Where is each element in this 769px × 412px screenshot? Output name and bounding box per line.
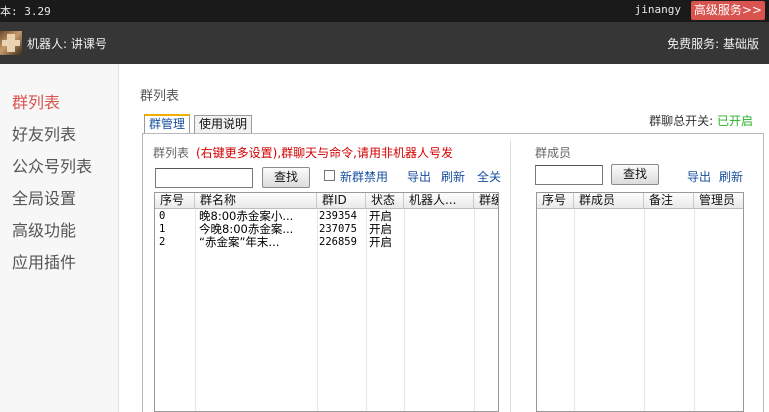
row-index: 1 (159, 223, 166, 235)
robot-account-label: 机器人: 讲课号 (27, 37, 107, 51)
group-search-input[interactable] (155, 168, 253, 188)
master-switch-status[interactable]: 已开启 (717, 114, 753, 128)
column-header-extra[interactable]: 群缓 (474, 193, 498, 209)
column-divider (474, 209, 475, 411)
username-label: jinangy (634, 3, 681, 16)
row-group-name: “赤金案”年末... (199, 236, 280, 249)
member-search-button[interactable]: 查找 (611, 164, 659, 185)
sidebar-item-official-accounts[interactable]: 公众号列表 (12, 153, 92, 177)
row-index: 0 (159, 210, 166, 222)
sidebar-item-friend-list[interactable]: 好友列表 (12, 121, 76, 145)
column-header-index[interactable]: 序号 (537, 193, 574, 209)
row-index: 2 (159, 236, 166, 248)
row-group-id: 239354 (319, 210, 357, 222)
tab-group-management[interactable]: 群管理 (144, 114, 191, 134)
master-switch-label: 群聊总开关: (649, 114, 714, 128)
sidebar: 群列表 好友列表 公众号列表 全局设置 高级功能 应用插件 (0, 64, 119, 412)
group-table[interactable]: 序号 群名称 群ID 状态 机器人... 群缓 0 晚8:00赤金案小... 2… (154, 192, 499, 412)
sidebar-item-group-list[interactable]: 群列表 (12, 89, 60, 113)
column-divider (694, 209, 695, 411)
column-header-group-name[interactable]: 群名称 (195, 193, 317, 209)
row-status: 开启 (369, 236, 392, 249)
sidebar-item-advanced[interactable]: 高级功能 (12, 217, 76, 241)
group-table-header: 序号 群名称 群ID 状态 机器人... 群缓 (155, 193, 498, 209)
column-header-index[interactable]: 序号 (155, 193, 195, 209)
row-group-id: 226859 (319, 236, 357, 248)
group-search-button[interactable]: 查找 (262, 167, 310, 188)
group-list-label: 群列表 (153, 146, 190, 160)
column-divider (195, 209, 196, 411)
column-header-member[interactable]: 群成员 (574, 193, 644, 209)
column-divider (644, 209, 645, 411)
column-header-note[interactable]: 备注 (644, 193, 694, 209)
group-members-label: 群成员 (535, 146, 572, 160)
column-header-admin[interactable]: 管理员 (694, 193, 743, 209)
top-bar: 本: 3.29 jinangy 高级服务>> (0, 0, 769, 22)
group-list-hint: (右键更多设置),群聊天与命令,请用非机器人号发 (196, 146, 453, 160)
group-disable-all-link[interactable]: 全关 (477, 168, 501, 185)
column-divider (366, 209, 367, 411)
sidebar-item-global-settings[interactable]: 全局设置 (12, 185, 76, 209)
version-label: 本: 3.29 (0, 5, 51, 18)
group-chat-master-switch[interactable]: 群聊总开关: 已开启 (649, 112, 753, 129)
row-group-name: 今晚8:00赤金案... (199, 223, 294, 236)
member-table-header: 序号 群成员 备注 管理员 (537, 193, 743, 209)
column-divider (404, 209, 405, 411)
column-divider (317, 209, 318, 411)
column-header-group-id[interactable]: 群ID (317, 193, 366, 209)
premium-service-button[interactable]: 高级服务>> (690, 1, 765, 20)
tab-usage-guide[interactable]: 使用说明 (194, 115, 253, 134)
robot-avatar (0, 31, 22, 55)
new-group-ban-checkbox[interactable] (324, 170, 335, 181)
row-group-id: 237075 (319, 223, 357, 235)
row-group-name: 晚8:00赤金案小... (199, 210, 294, 223)
group-export-link[interactable]: 导出 (407, 168, 431, 185)
member-refresh-link[interactable]: 刷新 (719, 168, 743, 185)
row-status: 开启 (369, 210, 392, 223)
page-title: 群列表 (140, 89, 180, 104)
panel-divider (510, 140, 511, 412)
service-plan-label: 免费服务: 基础版 (667, 37, 759, 51)
new-group-ban-label[interactable]: 新群禁用 (340, 168, 388, 185)
row-status: 开启 (369, 223, 392, 236)
header-bar: 机器人: 讲课号 免费服务: 基础版 (0, 22, 769, 64)
column-header-status[interactable]: 状态 (366, 193, 404, 209)
column-divider (574, 209, 575, 411)
member-search-input[interactable] (535, 165, 603, 185)
group-refresh-link[interactable]: 刷新 (441, 168, 465, 185)
member-table[interactable]: 序号 群成员 备注 管理员 (536, 192, 744, 412)
member-export-link[interactable]: 导出 (687, 168, 711, 185)
column-header-robot[interactable]: 机器人... (404, 193, 474, 209)
sidebar-item-plugins[interactable]: 应用插件 (12, 249, 76, 273)
